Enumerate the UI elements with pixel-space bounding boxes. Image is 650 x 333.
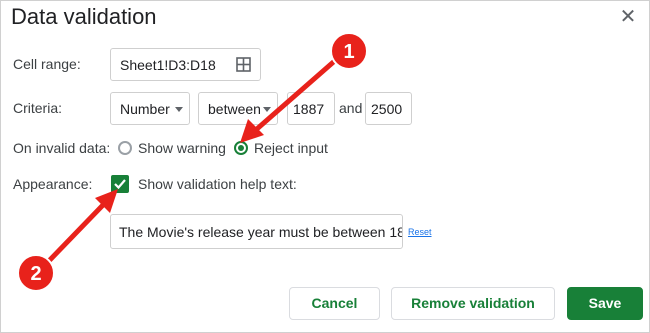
dialog-title: Data validation: [11, 4, 157, 29]
appearance-label: Appearance:: [13, 176, 93, 192]
min-value-input[interactable]: 1887: [287, 92, 335, 125]
show-help-text-checkbox[interactable]: [111, 175, 129, 193]
cell-range-input[interactable]: Sheet1!D3:D18: [110, 48, 261, 81]
data-validation-dialog: Data validation ✕ Cell range: Sheet1!D3:…: [0, 0, 650, 333]
grid-icon[interactable]: [236, 57, 251, 72]
reject-input-radio[interactable]: [234, 141, 248, 155]
chevron-down-icon: [175, 107, 183, 112]
save-button[interactable]: Save: [567, 287, 643, 320]
criteria-type-dropdown[interactable]: Number: [110, 92, 190, 125]
max-value: 2500: [371, 101, 403, 117]
reset-link[interactable]: Reset: [408, 227, 432, 237]
criteria-operator-value: between: [208, 101, 261, 117]
chevron-down-icon: [263, 107, 271, 112]
max-value-input[interactable]: 2500: [365, 92, 412, 125]
reject-input-label[interactable]: Reject input: [254, 140, 328, 156]
checkmark-icon: [114, 179, 126, 190]
and-label: and: [339, 100, 363, 116]
criteria-label: Criteria:: [13, 100, 63, 116]
criteria-type-value: Number: [120, 101, 170, 117]
remove-validation-button[interactable]: Remove validation: [391, 287, 555, 320]
cell-range-label: Cell range:: [13, 56, 81, 72]
cancel-button[interactable]: Cancel: [289, 287, 380, 320]
cell-range-value: Sheet1!D3:D18: [120, 57, 216, 73]
help-text-value: The Movie's release year must be between…: [119, 224, 402, 240]
close-icon[interactable]: ✕: [618, 7, 638, 27]
show-warning-label[interactable]: Show warning: [138, 140, 226, 156]
min-value: 1887: [293, 101, 325, 117]
show-warning-radio[interactable]: [118, 141, 132, 155]
help-text-input[interactable]: The Movie's release year must be between…: [110, 214, 403, 249]
invalid-data-label: On invalid data:: [13, 140, 111, 156]
show-help-text-label[interactable]: Show validation help text:: [138, 176, 297, 192]
criteria-operator-dropdown[interactable]: between: [198, 92, 278, 125]
